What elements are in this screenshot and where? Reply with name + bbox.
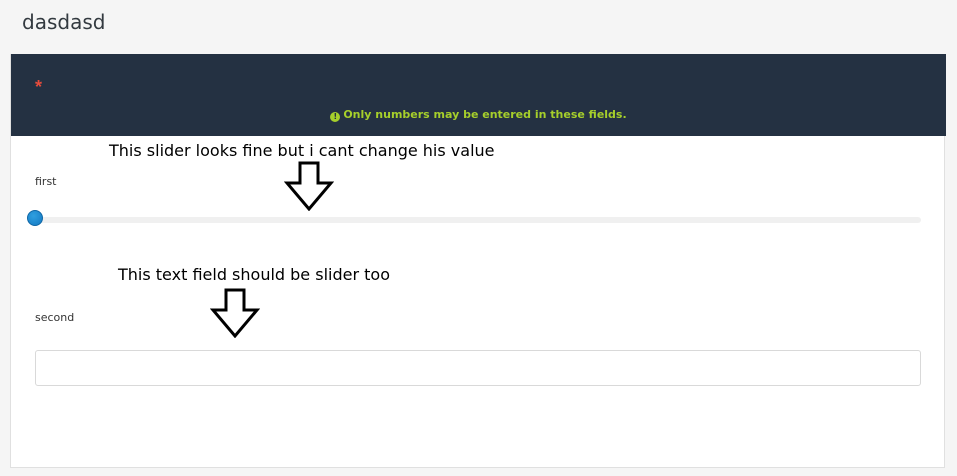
exclamation-circle-icon: ! (330, 112, 341, 122)
page-title: dasdasd (22, 10, 106, 34)
second-text-input[interactable] (35, 350, 921, 386)
down-arrow-icon (284, 161, 334, 211)
numbers-only-notice: ! Only numbers may be entered in these fi… (11, 108, 946, 122)
slider-annotation: This slider looks fine but i cant change… (109, 141, 495, 160)
required-marker: * (35, 77, 43, 97)
first-slider-track[interactable] (33, 217, 921, 223)
second-field-label: second (35, 311, 75, 324)
first-slider-thumb[interactable] (27, 210, 43, 226)
textfield-annotation: This text field should be slider too (118, 265, 390, 284)
down-arrow-icon (210, 288, 260, 338)
form-card: * ! Only numbers may be entered in these … (10, 54, 946, 468)
form-header: * ! Only numbers may be entered in these … (11, 54, 946, 136)
notice-text: Only numbers may be entered in these fie… (343, 108, 627, 121)
first-field-label: first (35, 175, 57, 188)
